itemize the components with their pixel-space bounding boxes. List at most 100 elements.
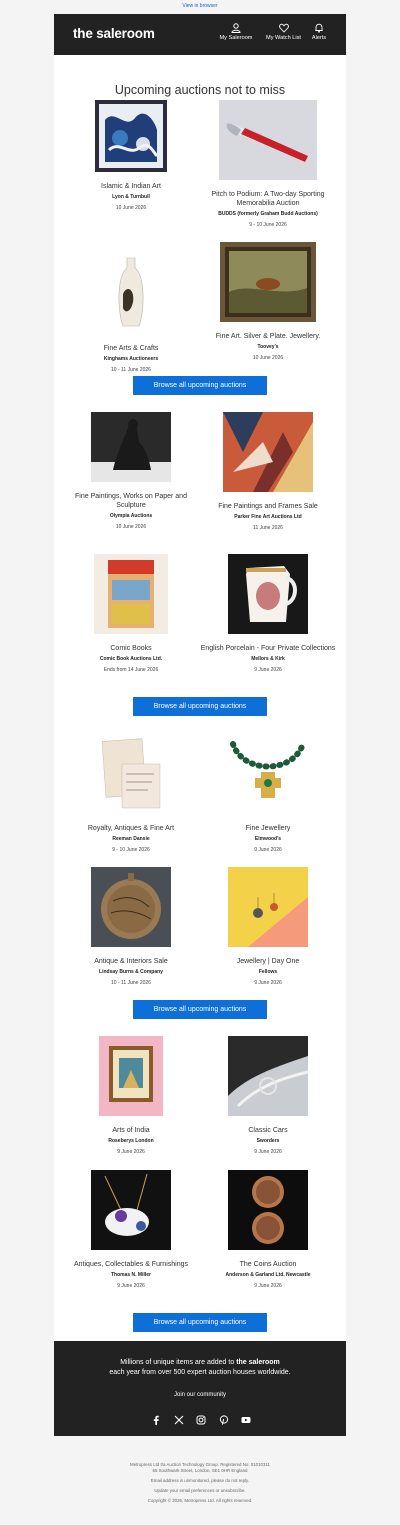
auction-name: Islamic & Indian Art bbox=[101, 183, 161, 190]
auction-date: 9 June 2026 bbox=[254, 1283, 282, 1289]
auction-house: Roseberys London bbox=[108, 1138, 154, 1144]
auction-house: Comic Book Auctions Ltd. bbox=[99, 656, 163, 662]
browse-auctions-button[interactable]: Browse all upcoming auctions bbox=[133, 1313, 267, 1332]
instagram-icon[interactable] bbox=[196, 1412, 206, 1425]
auction-card[interactable]: Arts of India Roseberys London 9 June 20… bbox=[61, 1036, 201, 1155]
auction-house: Thomas N. Miller bbox=[110, 1272, 151, 1278]
copyright: Copyright © 2026, Metropress Ltd. All ri… bbox=[147, 1498, 253, 1503]
auction-card[interactable]: Fine Art. Silver & Plate. Jewellery. Too… bbox=[198, 242, 338, 361]
auction-name: English Porcelain - Four Private Collect… bbox=[200, 645, 336, 652]
auction-card[interactable]: Antiques, Collectables & Furnishings Tho… bbox=[61, 1170, 201, 1289]
heart-icon bbox=[278, 23, 289, 33]
auction-date: 10 June 2026 bbox=[252, 355, 284, 361]
auction-date: 9 June 2026 bbox=[117, 1149, 145, 1155]
view-in-browser-link[interactable]: View in browser bbox=[0, 3, 400, 9]
logo[interactable]: the saleroom bbox=[73, 26, 155, 41]
nav-label: Alerts bbox=[311, 35, 327, 41]
auction-card[interactable]: Classic Cars Sworders 9 June 2026 bbox=[198, 1036, 338, 1155]
auction-name: Comic Books bbox=[110, 645, 152, 652]
auction-image-coins bbox=[228, 1170, 308, 1250]
nav-label: My Saleroom bbox=[219, 35, 253, 41]
auction-house: Reeman Dansie bbox=[112, 836, 150, 842]
legal-address: 65 Southwark Street, London, SE1 0HR Eng… bbox=[152, 1468, 248, 1473]
x-icon[interactable] bbox=[174, 1412, 184, 1425]
auction-house: Toovey's bbox=[257, 344, 279, 350]
auction-house: Lyon & Turnbull bbox=[112, 194, 150, 200]
auction-name: Fine Paintings and Frames Sale bbox=[218, 503, 318, 510]
auction-date: 9 June 2026 bbox=[254, 1149, 282, 1155]
auction-image-jewellery-pastel bbox=[228, 867, 308, 947]
facebook-icon[interactable] bbox=[151, 1412, 161, 1425]
pinterest-icon[interactable] bbox=[219, 1412, 229, 1425]
email-preferences-link[interactable]: Update your email preferences or unsubsc… bbox=[0, 1488, 400, 1494]
auction-name: Classic Cars bbox=[248, 1127, 288, 1134]
auction-date: 9 - 10 June 2026 bbox=[112, 847, 150, 853]
auction-card[interactable]: Fine Paintings and Frames Sale Parker Fi… bbox=[198, 412, 338, 531]
auction-card[interactable]: The Coins Auction Anderson & Garland Ltd… bbox=[198, 1170, 338, 1289]
auction-card[interactable]: Fine Jewellery Elmwood's 9 June 2026 bbox=[198, 734, 338, 853]
browse-auctions-button[interactable]: Browse all upcoming auctions bbox=[133, 697, 267, 716]
auction-date: 9 June 2026 bbox=[254, 667, 282, 673]
auction-card[interactable]: Royalty, Antiques & Fine Art Reeman Dans… bbox=[61, 734, 201, 853]
auction-name: Antique & Interiors Sale bbox=[94, 958, 168, 965]
auction-house: Anderson & Garland Ltd. Newcastle bbox=[225, 1272, 311, 1278]
auction-image-comic bbox=[94, 554, 168, 634]
auction-image-letters bbox=[96, 734, 166, 814]
user-icon bbox=[231, 23, 241, 33]
auction-card[interactable]: Antique & Interiors Sale Lindsay Burns &… bbox=[61, 867, 201, 986]
auction-name: Fine Arts & Crafts bbox=[103, 345, 159, 352]
nav-my-saleroom[interactable]: My Saleroom bbox=[217, 23, 255, 41]
footer-brand: the saleroom bbox=[236, 1359, 280, 1366]
header: the saleroom My Saleroom My Watch List A… bbox=[54, 14, 346, 55]
auction-name: Antiques, Collectables & Furnishings bbox=[73, 1261, 188, 1268]
nav-alerts[interactable]: Alerts bbox=[308, 23, 330, 41]
auction-house: Fellows bbox=[258, 969, 278, 975]
nav-my-watch-list[interactable]: My Watch List bbox=[261, 23, 306, 41]
auction-card[interactable]: Jewellery | Day One Fellows 9 June 2026 bbox=[198, 867, 338, 986]
auction-card[interactable]: English Porcelain - Four Private Collect… bbox=[198, 554, 338, 673]
auction-date: 10 - 11 June 2026 bbox=[111, 367, 151, 373]
page-title: Upcoming auctions not to miss bbox=[114, 83, 286, 97]
auction-house: Parker Fine Art Auctions Ltd bbox=[234, 514, 302, 520]
auction-image-indian-miniature bbox=[99, 1036, 163, 1116]
auction-image-framed-painting bbox=[220, 242, 316, 322]
social-links bbox=[151, 1412, 251, 1425]
bell-icon bbox=[315, 23, 323, 33]
auction-image-torch bbox=[219, 100, 317, 180]
auction-name: Royalty, Antiques & Fine Art bbox=[87, 825, 175, 832]
auction-card[interactable]: Islamic & Indian Art Lyon & Turnbull 10 … bbox=[61, 100, 201, 211]
auction-name: Fine Paintings, Works on Paper and Sculp… bbox=[75, 493, 187, 509]
auction-image-islamic-tile bbox=[95, 100, 167, 172]
auction-image-classic-car bbox=[228, 1036, 309, 1116]
auction-image-necklace bbox=[223, 734, 313, 814]
auction-house: Lindsay Burns & Company bbox=[99, 969, 163, 975]
auction-card[interactable]: Fine Arts & Crafts Kinghams Auctioneers … bbox=[61, 254, 201, 373]
browse-auctions-button[interactable]: Browse all upcoming auctions bbox=[133, 376, 267, 395]
main-content: Upcoming auctions not to miss Islamic & … bbox=[54, 55, 346, 1355]
auction-house: Kinghams Auctioneers bbox=[103, 356, 159, 362]
auction-house: Sworders bbox=[256, 1138, 280, 1144]
legal-unmonitored: Email address is unmonitored, please do … bbox=[150, 1478, 250, 1483]
auction-card[interactable]: Comic Books Comic Book Auctions Ltd. End… bbox=[61, 554, 201, 673]
browse-auctions-button[interactable]: Browse all upcoming auctions bbox=[133, 1000, 267, 1019]
auction-date: 9 June 2026 bbox=[117, 1283, 145, 1289]
auction-house: Elmwood's bbox=[254, 836, 282, 842]
youtube-icon[interactable] bbox=[241, 1412, 251, 1423]
auction-house: BUDDS (formerly Graham Budd Auctions) bbox=[218, 211, 318, 217]
auction-name: Arts of India bbox=[112, 1127, 150, 1134]
auction-name: The Coins Auction bbox=[239, 1261, 297, 1268]
auction-image-pendants bbox=[91, 1170, 171, 1250]
auction-image-vase bbox=[111, 254, 151, 334]
auction-name: Jewellery | Day One bbox=[236, 958, 300, 965]
auction-house: Olympia Auctions bbox=[109, 513, 153, 519]
auction-card[interactable]: Pitch to Podium: A Two-day Sporting Memo… bbox=[198, 100, 338, 228]
auction-date: 10 - 11 June 2026 bbox=[111, 980, 151, 986]
auction-date: 10 June 2026 bbox=[115, 524, 147, 530]
auction-date: 10 June 2026 bbox=[115, 205, 147, 211]
auction-card[interactable]: Fine Paintings, Works on Paper and Sculp… bbox=[61, 412, 201, 530]
auction-date: Ends from 14 June 2026 bbox=[103, 667, 159, 673]
auction-image-porcelain-jug bbox=[228, 554, 308, 634]
auction-image-abstract-painting bbox=[223, 412, 313, 492]
auction-image-brass-disc bbox=[91, 867, 171, 947]
footer-text: Millions of unique items are added to th… bbox=[54, 1358, 346, 1378]
